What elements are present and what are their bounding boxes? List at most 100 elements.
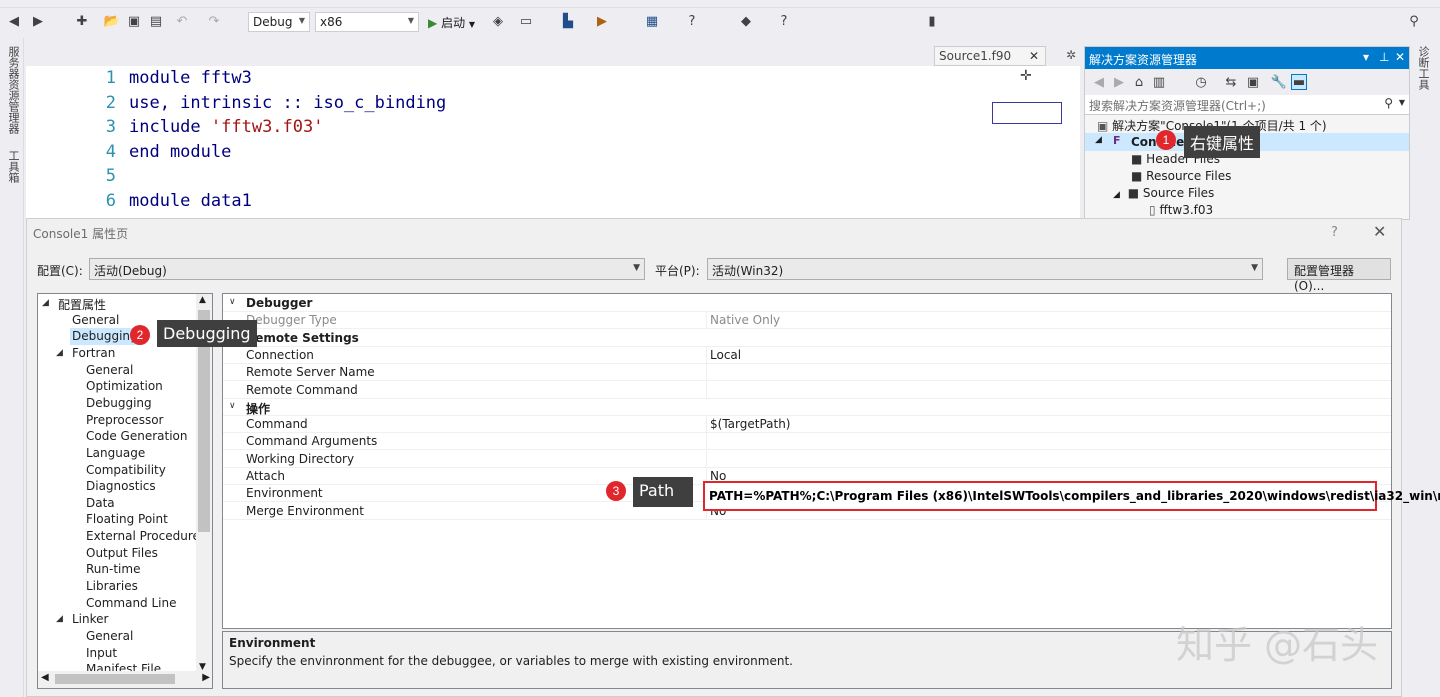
expander-icon[interactable]: ◢ <box>56 614 63 624</box>
solution-platform-select[interactable]: x86 ▼ <box>315 12 419 32</box>
intel-tool-icon[interactable]: ▙ <box>560 13 576 29</box>
grid-property-row[interactable]: Connection Local <box>223 346 1391 364</box>
chevron-left-icon[interactable]: ◀ <box>41 672 49 683</box>
property-tree-item[interactable]: Debugging <box>84 395 154 412</box>
grid-property-row[interactable]: Debugger Type Native Only <box>223 312 1391 330</box>
chevron-down-icon[interactable]: ∨ <box>229 297 236 307</box>
property-tree-item[interactable]: 配置属性 <box>56 295 108 312</box>
config-manager-button[interactable]: 配置管理器(O)... <box>1287 258 1391 293</box>
switch-views-icon[interactable]: ▥ <box>1151 74 1167 90</box>
bookmark-icon[interactable]: ▮ <box>924 13 940 29</box>
grid-category-row[interactable]: ∨ 操作 <box>223 398 1391 416</box>
chevron-down-icon[interactable]: ▾ <box>1363 50 1369 64</box>
property-value[interactable]: Native Only <box>710 313 780 327</box>
property-tree-item[interactable]: Input <box>84 645 119 662</box>
chevron-down-icon[interactable]: ▼ <box>1399 98 1405 107</box>
property-tree-item[interactable]: Language <box>84 445 147 462</box>
expander-icon[interactable]: ◢ <box>1095 135 1102 145</box>
property-tree-item[interactable]: Optimization <box>84 378 165 395</box>
question-icon[interactable]: ? <box>776 13 792 29</box>
property-tree-item[interactable]: Output Files <box>84 545 160 562</box>
grid-property-row[interactable]: Remote Server Name <box>223 364 1391 382</box>
toolbox-tab[interactable]: 工具箱 <box>5 150 21 183</box>
help-button[interactable]: ? <box>1331 225 1338 240</box>
grid-property-row[interactable]: Command $(TargetPath) <box>223 416 1391 434</box>
expander-icon[interactable]: ◢ <box>56 348 63 358</box>
pin-icon[interactable]: ⊥ <box>1379 50 1389 64</box>
property-tree-item[interactable]: Compatibility <box>84 462 168 479</box>
solution-explorer-search[interactable]: 搜索解决方案资源管理器(Ctrl+;) ⚲ ▼ <box>1085 95 1409 115</box>
vertical-scrollbar[interactable]: ▲ ▼ <box>196 294 212 673</box>
screen-icon[interactable]: ▭ <box>518 13 534 29</box>
close-icon[interactable]: ✕ <box>1395 50 1405 64</box>
property-tree-item[interactable]: Linker <box>70 611 110 628</box>
code-editor[interactable]: 1 module fftw3 2 use, intrinsic :: iso_c_bi… <box>26 66 1080 218</box>
property-tree-item[interactable]: Diagnostics <box>84 478 158 495</box>
property-tree-item[interactable]: Code Generation <box>84 428 189 445</box>
horizontal-scrollbar[interactable]: ◀ ▶ <box>38 671 212 688</box>
property-value[interactable]: $(TargetPath) <box>710 417 790 431</box>
new-project-icon[interactable]: ✚ <box>74 13 90 29</box>
home-icon[interactable]: ⌂ <box>1131 74 1147 90</box>
save-all-icon[interactable]: ▤ <box>148 13 164 29</box>
search-icon[interactable]: ⚲ <box>1384 96 1393 110</box>
property-tree-item[interactable]: Run-time <box>84 561 142 578</box>
property-tree-item[interactable]: External Procedures <box>84 528 208 545</box>
scrollbar-thumb[interactable] <box>55 674 175 684</box>
analyzer-icon[interactable]: ▦ <box>644 13 660 29</box>
chevron-down-icon[interactable]: ∨ <box>229 401 236 411</box>
solution-config-select[interactable]: Debug ▼ <box>248 12 310 32</box>
close-icon[interactable]: ✕ <box>1373 222 1386 241</box>
history-icon[interactable]: ◷ <box>1193 74 1209 90</box>
property-tree-item[interactable]: Command Line <box>84 595 179 612</box>
property-tree-item[interactable]: General <box>70 312 121 329</box>
minimap[interactable]: ✛ <box>990 66 1064 218</box>
property-value[interactable]: Local <box>710 348 741 362</box>
back-icon[interactable]: ◀ <box>6 13 22 29</box>
grid-property-row[interactable]: Remote Command <box>223 381 1391 399</box>
properties-icon[interactable]: 🔧 <box>1271 74 1287 90</box>
grid-property-row[interactable]: Command Arguments <box>223 433 1391 451</box>
property-tree[interactable]: ◢ 配置属性 General Debugging ◢ Fortran General Opti… <box>37 293 213 689</box>
browser-link-icon[interactable]: ◈ <box>490 13 506 29</box>
config-select[interactable]: 活动(Debug) ▼ <box>89 258 645 280</box>
close-icon[interactable]: ✕ <box>1029 49 1039 63</box>
start-button[interactable]: ▶ 启动 ▼ <box>428 14 475 31</box>
property-tree-item[interactable]: Fortran <box>70 345 117 362</box>
open-icon[interactable]: 📂 <box>104 13 120 29</box>
save-icon[interactable]: ▣ <box>126 13 142 29</box>
forward-icon[interactable]: ▶ <box>1111 74 1127 90</box>
help-icon[interactable]: ? <box>684 13 700 29</box>
grid-property-row[interactable]: Working Directory <box>223 450 1391 468</box>
grid-category-row[interactable]: ∨ Debugger <box>223 295 1391 312</box>
resource-files-node[interactable]: ■ Resource Files <box>1131 169 1231 186</box>
source-files-node[interactable]: ◢ ■ Source Files <box>1113 186 1214 203</box>
property-grid[interactable]: ∨ Debugger Debugger Type Native Only Remote … <box>222 293 1392 629</box>
property-tree-item[interactable]: Floating Point <box>84 511 170 528</box>
editor-tab[interactable]: Source1.f90 ✕ <box>934 46 1046 66</box>
platform-select[interactable]: 活动(Win32) ▼ <box>707 258 1263 280</box>
property-tree-item[interactable]: General <box>84 628 135 645</box>
expander-icon[interactable]: ◢ <box>42 298 49 308</box>
diagnostics-tab[interactable]: 诊断工具 <box>1415 46 1431 90</box>
property-tree-item[interactable]: Preprocessor <box>84 412 165 429</box>
split-icon[interactable]: ✛ <box>1020 68 1032 84</box>
undo-icon[interactable]: ↶ <box>174 13 190 29</box>
expander-icon[interactable]: ◢ <box>1113 190 1120 200</box>
property-tree-item[interactable]: Libraries <box>84 578 140 595</box>
sync-icon[interactable]: ⇆ <box>1223 74 1239 90</box>
server-explorer-tab[interactable]: 服务器资源管理器 <box>5 46 21 134</box>
redo-icon[interactable]: ↷ <box>206 13 222 29</box>
collapse-all-icon[interactable]: ▣ <box>1245 74 1261 90</box>
minimap-viewport[interactable] <box>992 102 1062 124</box>
gear-icon[interactable]: ✲ <box>1066 48 1076 62</box>
preview-icon[interactable]: ▬ <box>1291 74 1307 90</box>
run-tool-icon[interactable]: ▶ <box>594 13 610 29</box>
property-tree-item[interactable]: Data <box>84 495 117 512</box>
forward-icon[interactable]: ▶ <box>30 13 46 29</box>
back-icon[interactable]: ◀ <box>1091 74 1107 90</box>
environment-value-field[interactable]: PATH=%PATH%;C:\Program Files (x86)\Intel… <box>703 481 1440 511</box>
chevron-up-icon[interactable]: ▲ <box>199 295 206 305</box>
person-icon[interactable]: ⚲ <box>1406 13 1422 29</box>
inspector-icon[interactable]: ◆ <box>738 13 754 29</box>
